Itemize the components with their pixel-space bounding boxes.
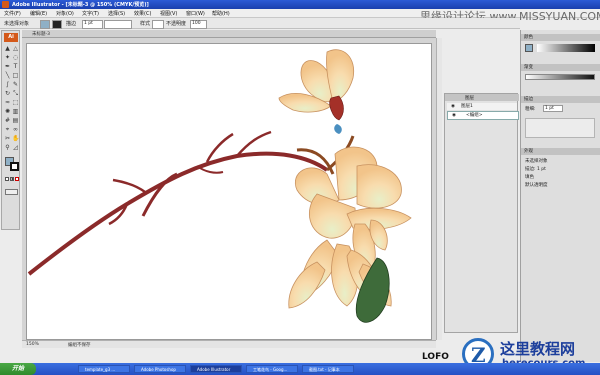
warp-tool-icon[interactable]: ≈ bbox=[4, 99, 11, 106]
start-button[interactable]: 开始 bbox=[0, 363, 36, 375]
layers-panel-title: 图层 bbox=[465, 96, 474, 101]
toolbox: Ai ▲ △ ✦ ◌ ✒ T ╲ □ ∫ ✎ ↻ ⤡ ≈ ⬚ ✺ ▥ # ▤ ⌖… bbox=[1, 30, 20, 230]
taskbar-button[interactable]: 工笔花鸟 - Goog... bbox=[246, 365, 298, 373]
symbol-sprayer-tool-icon[interactable]: ✺ bbox=[4, 108, 11, 115]
right-panel-dock: 颜色 渐变 描边 粗细: 1 pt 外观 未选择对象 描边: 1 pt 填色 默… bbox=[520, 30, 600, 362]
artboard[interactable] bbox=[26, 43, 432, 340]
gradient-mode-button[interactable] bbox=[10, 177, 14, 181]
eyedropper-tool-icon[interactable]: ⌖ bbox=[4, 126, 11, 133]
appearance-item[interactable]: 填色 bbox=[525, 174, 534, 180]
rectangle-tool-icon[interactable]: □ bbox=[12, 72, 19, 79]
type-tool-icon[interactable]: T bbox=[12, 63, 19, 70]
scale-tool-icon[interactable]: ⤡ bbox=[12, 90, 19, 97]
layer-name: 图层1 bbox=[461, 104, 473, 109]
branch-twig-2 bbox=[112, 178, 146, 194]
stroke-weight-label: 粗细: bbox=[525, 107, 536, 112]
taskbar-button[interactable]: template_g3 ... bbox=[78, 365, 130, 373]
stroke-weight-field[interactable]: 1 pt bbox=[82, 20, 103, 29]
taskbar-button[interactable]: 截图.txt - 记事本 bbox=[302, 365, 354, 373]
menu-window[interactable]: 窗口(W) bbox=[186, 10, 205, 17]
stroke-swatch[interactable] bbox=[52, 20, 62, 29]
magic-wand-tool-icon[interactable]: ✦ bbox=[4, 54, 11, 61]
appearance-item: 未选择对象 bbox=[525, 159, 548, 164]
gradient-panel-header[interactable]: 渐变 bbox=[521, 64, 600, 71]
color-panel-header[interactable]: 颜色 bbox=[521, 34, 600, 41]
vertical-scrollbar[interactable] bbox=[436, 38, 442, 340]
document-tab-title: 未标题-3 bbox=[32, 32, 50, 37]
gradient-slider[interactable] bbox=[525, 74, 595, 80]
stroke-panel-header[interactable]: 描边 bbox=[521, 96, 600, 103]
taskbar-button[interactable]: Adobe Photoshop bbox=[134, 365, 186, 373]
lofo-watermark: LOFO bbox=[422, 352, 449, 362]
branch-main bbox=[27, 151, 329, 276]
menu-object[interactable]: 对象(O) bbox=[56, 10, 74, 17]
layer-name: <编组> bbox=[466, 113, 483, 118]
screen-mode-button[interactable] bbox=[5, 189, 18, 195]
taskbar-button[interactable]: Adobe Illustrator bbox=[190, 365, 242, 373]
zoom-tool-icon[interactable]: ⚲ bbox=[4, 144, 11, 151]
flower-top bbox=[278, 49, 355, 134]
appearance-item[interactable]: 描边: 1 pt bbox=[525, 166, 546, 172]
layers-panel-header bbox=[445, 94, 519, 101]
status-text: 编组不保存 bbox=[68, 343, 91, 348]
gradient-tool-icon[interactable]: ▤ bbox=[12, 117, 19, 124]
menu-type[interactable]: 文字(T) bbox=[82, 10, 99, 17]
illustrator-app-icon bbox=[2, 1, 9, 8]
control-bar: 未选择对象 描边 1 pt 样式 不透明度 100 bbox=[0, 18, 520, 29]
menu-help[interactable]: 帮助(H) bbox=[212, 10, 230, 17]
graph-tool-icon[interactable]: ▥ bbox=[12, 108, 19, 115]
free-transform-tool-icon[interactable]: ⬚ bbox=[12, 99, 19, 106]
menu-view[interactable]: 视图(V) bbox=[160, 10, 177, 17]
selection-tool-icon[interactable]: ▲ bbox=[4, 45, 11, 52]
layer-row[interactable]: ◉ <编组> bbox=[447, 111, 519, 120]
mesh-tool-icon[interactable]: # bbox=[4, 117, 11, 124]
eye-icon[interactable]: ◉ bbox=[452, 112, 456, 119]
menu-effect[interactable]: 效果(C) bbox=[134, 10, 151, 17]
flower-cluster bbox=[288, 146, 412, 323]
eye-icon[interactable]: ◉ bbox=[451, 103, 455, 110]
line-tool-icon[interactable]: ╲ bbox=[4, 72, 11, 79]
menu-edit[interactable]: 编辑(E) bbox=[30, 10, 47, 17]
color-mode-button[interactable] bbox=[5, 177, 9, 181]
slice-tool-icon[interactable]: ◿ bbox=[12, 144, 19, 151]
stroke-weight-input[interactable]: 1 pt bbox=[543, 105, 563, 112]
direct-selection-tool-icon[interactable]: △ bbox=[12, 45, 19, 52]
appearance-item[interactable]: 默认透明度 bbox=[525, 182, 548, 188]
pencil-tool-icon[interactable]: ✎ bbox=[12, 81, 19, 88]
opacity-field[interactable]: 100 bbox=[190, 20, 207, 29]
illustrator-logo: Ai bbox=[4, 33, 18, 42]
none-mode-button[interactable] bbox=[15, 177, 19, 181]
scissors-tool-icon[interactable]: ✂ bbox=[4, 135, 11, 142]
layers-panel: 图层 ◉ 图层1 ◉ <编组> bbox=[444, 93, 519, 333]
appearance-panel-header[interactable]: 外观 bbox=[521, 148, 600, 155]
hand-tool-icon[interactable]: ✋ bbox=[12, 135, 19, 142]
selection-label: 未选择对象 bbox=[4, 21, 30, 27]
blend-tool-icon[interactable]: ∞ bbox=[12, 126, 19, 133]
artwork-magnolia bbox=[27, 49, 412, 323]
style-dropdown[interactable] bbox=[152, 20, 164, 29]
menu-file[interactable]: 文件(F) bbox=[4, 10, 21, 17]
layer-row[interactable]: ◉ 图层1 bbox=[447, 103, 517, 110]
fill-swatch[interactable] bbox=[40, 20, 50, 29]
stroke-color-box[interactable] bbox=[10, 162, 19, 171]
site-name: 这里教程网 bbox=[500, 340, 576, 358]
color-ramp[interactable] bbox=[537, 44, 595, 52]
menu-select[interactable]: 选择(S) bbox=[108, 10, 125, 17]
rotate-tool-icon[interactable]: ↻ bbox=[4, 90, 11, 97]
style-label: 样式 bbox=[140, 21, 151, 27]
document-tab[interactable]: 未标题-3 bbox=[22, 30, 436, 38]
paintbrush-tool-icon[interactable]: ∫ bbox=[4, 81, 11, 88]
opacity-label: 不透明度 bbox=[166, 21, 187, 27]
status-bar: 150% 编组不保存 bbox=[22, 340, 436, 348]
stroke-label: 描边 bbox=[66, 21, 77, 27]
panel-fill-swatch[interactable] bbox=[525, 44, 533, 52]
window-title: Adobe Illustrator - [未标题-3 @ 150% (CMYK/… bbox=[12, 2, 149, 8]
stroke-options-box bbox=[525, 118, 595, 138]
lasso-tool-icon[interactable]: ◌ bbox=[12, 54, 19, 61]
pen-tool-icon[interactable]: ✒ bbox=[4, 63, 11, 70]
zoom-level[interactable]: 150% bbox=[26, 342, 39, 347]
brush-dropdown[interactable] bbox=[104, 20, 132, 29]
